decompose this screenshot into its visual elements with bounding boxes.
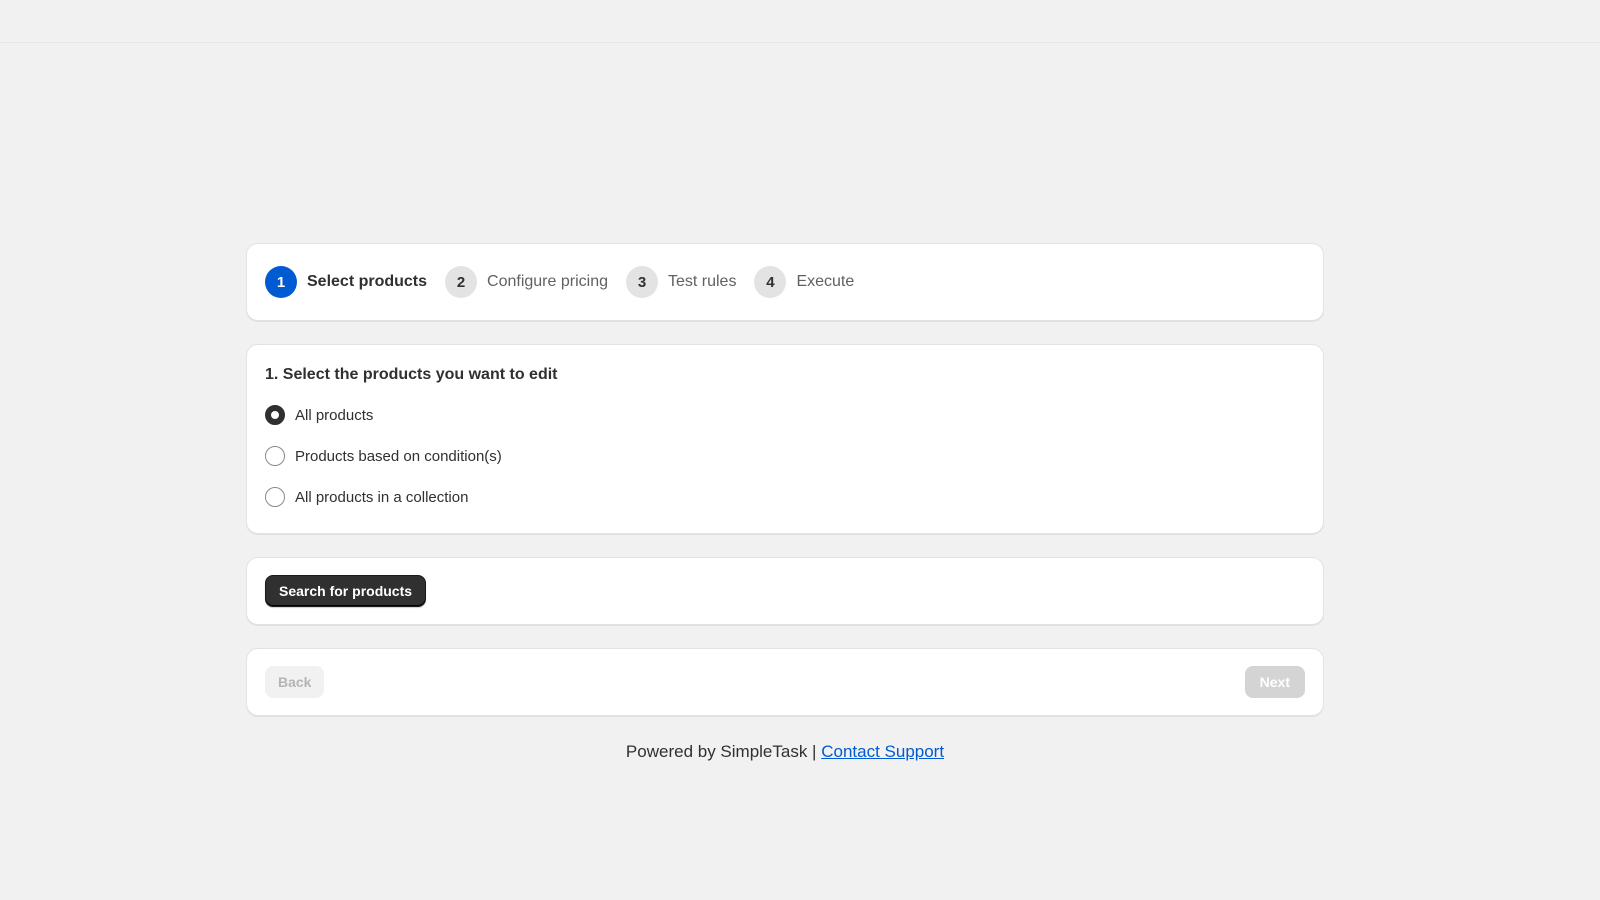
radio-button[interactable]	[265, 487, 285, 507]
stepper: 1 Select products 2 Configure pricing 3 …	[246, 243, 1324, 321]
section-title: 1. Select the products you want to edit	[265, 366, 558, 383]
step-test-rules[interactable]: 3 Test rules	[625, 266, 737, 298]
product-selection-card: 1. Select the products you want to edit …	[246, 344, 1324, 534]
step-number: 2	[445, 266, 478, 298]
top-bar	[0, 0, 1600, 43]
step-label: Execute	[796, 273, 855, 290]
step-number: 4	[754, 266, 787, 298]
next-button[interactable]: Next	[1244, 666, 1305, 698]
step-number: 3	[625, 266, 658, 298]
option-products-by-condition[interactable]: Products based on condition(s)	[265, 446, 1305, 466]
back-button[interactable]: Back	[265, 666, 325, 698]
step-label: Test rules	[667, 273, 737, 290]
step-label: Configure pricing	[487, 273, 608, 290]
step-number: 1	[265, 266, 297, 298]
option-all-products[interactable]: All products	[265, 405, 1305, 425]
step-select-products[interactable]: 1 Select products	[265, 266, 427, 298]
radio-button[interactable]	[265, 446, 285, 466]
navigation-card: Back Next	[246, 648, 1324, 716]
step-label: Select products	[307, 273, 428, 290]
step-configure-pricing[interactable]: 2 Configure pricing	[445, 266, 608, 298]
step-execute[interactable]: 4 Execute	[754, 266, 854, 298]
main-content: 1 Select products 2 Configure pricing 3 …	[246, 243, 1324, 762]
powered-by-text: Powered by SimpleTask |	[625, 742, 817, 761]
search-card: Search for products	[246, 557, 1324, 625]
search-for-products-button[interactable]: Search for products	[265, 575, 427, 607]
option-label: All products in a collection	[295, 488, 469, 506]
radio-button-checked[interactable]	[265, 405, 285, 425]
option-label: All products	[295, 406, 374, 424]
contact-support-link[interactable]: Contact Support	[821, 742, 944, 761]
option-products-in-collection[interactable]: All products in a collection	[265, 487, 1305, 507]
option-label: Products based on condition(s)	[295, 447, 502, 465]
footer: Powered by SimpleTask | Contact Support	[246, 742, 1324, 762]
